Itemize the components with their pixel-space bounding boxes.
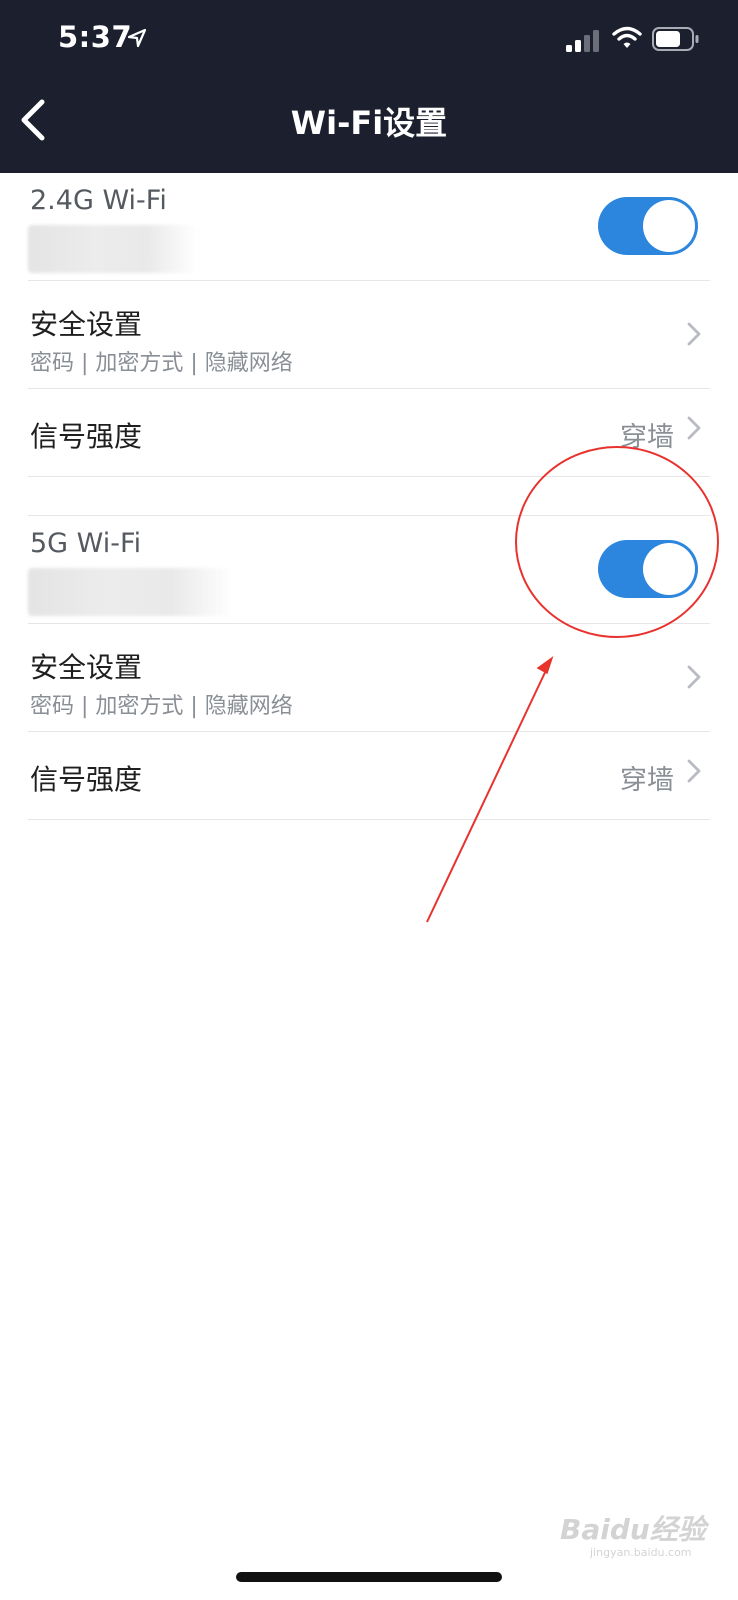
chevron-right-icon — [687, 759, 701, 783]
baidu-watermark: Baidu经验 — [560, 1513, 706, 1546]
chevron-right-icon — [687, 322, 701, 346]
wifi-24g-row: 2.4G Wi-Fi — [28, 173, 710, 281]
location-arrow-icon — [127, 28, 147, 48]
wifi-24g-signal-row[interactable]: 信号强度 穿墙 — [28, 389, 710, 477]
cellular-signal-icon — [566, 30, 599, 52]
battery-icon — [652, 27, 699, 51]
page-title: Wi-Fi设置 — [290, 104, 448, 142]
toggle-knob — [643, 200, 695, 252]
security-settings-label: 安全设置 — [30, 651, 143, 684]
wifi-24g-title: 2.4G Wi-Fi — [30, 185, 167, 216]
signal-strength-value: 穿墙 — [620, 422, 674, 453]
wifi-5g-title: 5G Wi-Fi — [30, 528, 142, 559]
nav-header: 5:37 Wi-Fi设置 — [0, 0, 738, 173]
wifi-5g-toggle[interactable] — [598, 540, 698, 598]
signal-strength-label: 信号强度 — [30, 763, 143, 796]
ssid-redacted — [28, 225, 198, 273]
signal-strength-label: 信号强度 — [30, 420, 143, 453]
baidu-watermark-url: jingyan.baidu.com — [590, 1546, 692, 1559]
wifi-5g-security-row[interactable]: 安全设置 密码 | 加密方式 | 隐藏网络 — [28, 624, 710, 732]
wifi-signal-icon — [612, 26, 642, 48]
security-settings-subtitle: 密码 | 加密方式 | 隐藏网络 — [30, 351, 293, 376]
wifi-24g-security-row[interactable]: 安全设置 密码 | 加密方式 | 隐藏网络 — [28, 281, 710, 389]
signal-strength-value: 穿墙 — [620, 765, 674, 796]
wifi-5g-signal-row[interactable]: 信号强度 穿墙 — [28, 732, 710, 820]
home-indicator[interactable] — [236, 1572, 502, 1582]
security-settings-label: 安全设置 — [30, 308, 143, 341]
chevron-right-icon — [687, 416, 701, 440]
status-time: 5:37 — [58, 20, 133, 54]
security-settings-subtitle: 密码 | 加密方式 | 隐藏网络 — [30, 694, 293, 719]
wifi-5g-row: 5G Wi-Fi — [28, 516, 710, 624]
wifi-24g-toggle[interactable] — [598, 197, 698, 255]
toggle-knob — [643, 543, 695, 595]
ssid-redacted — [28, 568, 233, 616]
chevron-right-icon — [687, 665, 701, 689]
wifi-settings-screen: 5:37 Wi-Fi设置 2.4G Wi-Fi 安全设置 密码 | 加密方式 |… — [0, 0, 738, 1600]
